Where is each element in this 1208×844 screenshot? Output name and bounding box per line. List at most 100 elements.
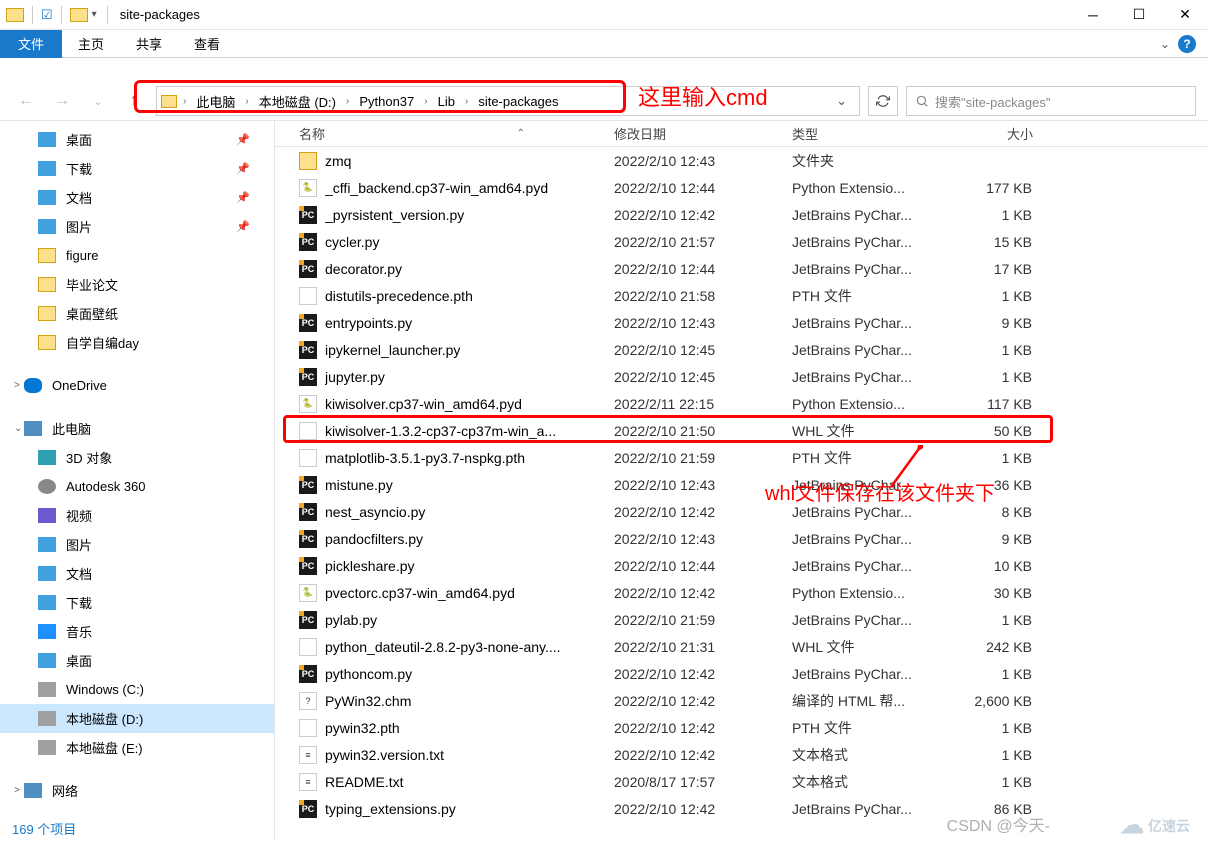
table-row[interactable]: PCpandocfilters.py2022/2/10 12:43JetBrai… bbox=[275, 525, 1208, 552]
folder-icon bbox=[299, 152, 317, 170]
qat-dropdown-icon[interactable]: ▾ bbox=[92, 9, 97, 20]
expand-icon[interactable]: > bbox=[14, 785, 20, 796]
sidebar-item[interactable]: 自学自编day bbox=[0, 328, 274, 357]
crumb-python37[interactable]: Python37 bbox=[351, 87, 422, 115]
sidebar-item[interactable]: ⌄此电脑 bbox=[0, 414, 274, 443]
col-size[interactable]: 大小 bbox=[942, 124, 1042, 143]
crumb-drive-d[interactable]: 本地磁盘 (D:) bbox=[251, 87, 344, 115]
sidebar-item[interactable]: 文档 bbox=[0, 559, 274, 588]
ribbon-expand-icon[interactable]: ⌄ bbox=[1160, 37, 1170, 51]
tab-home[interactable]: 主页 bbox=[62, 30, 120, 58]
sidebar-item[interactable]: Windows (C:) bbox=[0, 675, 274, 704]
sidebar-item[interactable]: >OneDrive bbox=[0, 371, 274, 400]
file-date: 2022/2/10 12:43 bbox=[614, 153, 792, 169]
ribbon: 文件 主页 共享 查看 ⌄ ? bbox=[0, 30, 1208, 58]
minimize-button[interactable]: ─ bbox=[1070, 0, 1116, 30]
search-input[interactable]: 搜索"site-packages" bbox=[906, 86, 1196, 116]
table-row[interactable]: PCpylab.py2022/2/10 21:59JetBrains PyCha… bbox=[275, 606, 1208, 633]
expand-icon[interactable]: > bbox=[14, 380, 20, 391]
generic-file-icon bbox=[299, 719, 317, 737]
table-row[interactable]: PCentrypoints.py2022/2/10 12:43JetBrains… bbox=[275, 309, 1208, 336]
nav-up-button[interactable]: ↑ bbox=[120, 87, 148, 115]
sidebar-item[interactable]: 3D 对象 bbox=[0, 443, 274, 472]
crumb-thispc[interactable]: 此电脑 bbox=[188, 87, 243, 115]
sidebar-item[interactable]: 文档📌 bbox=[0, 183, 274, 212]
help-icon[interactable]: ? bbox=[1178, 35, 1196, 53]
sidebar-item[interactable]: 桌面📌 bbox=[0, 125, 274, 154]
file-size: 117 KB bbox=[942, 396, 1032, 412]
sidebar-item[interactable]: Autodesk 360 bbox=[0, 472, 274, 501]
sidebar-item[interactable]: 图片📌 bbox=[0, 212, 274, 241]
table-row[interactable]: zmq2022/2/10 12:43文件夹 bbox=[275, 147, 1208, 174]
table-row[interactable]: PCtyping_extensions.py2022/2/10 12:42Jet… bbox=[275, 795, 1208, 822]
table-row[interactable]: PCcycler.py2022/2/10 21:57JetBrains PyCh… bbox=[275, 228, 1208, 255]
table-row[interactable]: PCjupyter.py2022/2/10 12:45JetBrains PyC… bbox=[275, 363, 1208, 390]
table-row[interactable]: PCdecorator.py2022/2/10 12:44JetBrains P… bbox=[275, 255, 1208, 282]
col-type[interactable]: 类型 bbox=[792, 124, 942, 143]
sidebar-item[interactable]: figure bbox=[0, 241, 274, 270]
nav-history-button[interactable]: ⌄ bbox=[84, 87, 112, 115]
qat-folder-icon[interactable] bbox=[70, 8, 88, 22]
table-row[interactable]: ≡pywin32.version.txt2022/2/10 12:42文本格式1… bbox=[275, 741, 1208, 768]
chevron-right-icon[interactable]: › bbox=[463, 96, 470, 107]
sidebar-item[interactable]: 本地磁盘 (D:) bbox=[0, 704, 274, 733]
tab-view[interactable]: 查看 bbox=[178, 30, 236, 58]
file-type: JetBrains PyChar... bbox=[792, 207, 942, 223]
table-row[interactable]: PC_pyrsistent_version.py2022/2/10 12:42J… bbox=[275, 201, 1208, 228]
file-size: 17 KB bbox=[942, 261, 1032, 277]
sidebar-item[interactable]: 毕业论文 bbox=[0, 270, 274, 299]
sidebar-item[interactable]: 视频 bbox=[0, 501, 274, 530]
refresh-button[interactable] bbox=[868, 86, 898, 116]
chevron-right-icon[interactable]: › bbox=[344, 96, 351, 107]
file-name: typing_extensions.py bbox=[325, 801, 614, 817]
qat-checkbox-icon[interactable]: ☑ bbox=[41, 7, 53, 23]
file-size: 1 KB bbox=[942, 612, 1032, 628]
tab-file[interactable]: 文件 bbox=[0, 30, 62, 58]
chevron-right-icon[interactable]: › bbox=[243, 96, 250, 107]
table-row[interactable]: PCpythoncom.py2022/2/10 12:42JetBrains P… bbox=[275, 660, 1208, 687]
sidebar-item[interactable]: 桌面壁纸 bbox=[0, 299, 274, 328]
col-name[interactable]: 名称⌃ bbox=[299, 124, 614, 143]
crumb-lib[interactable]: Lib bbox=[430, 87, 463, 115]
sidebar-item[interactable]: 桌面 bbox=[0, 646, 274, 675]
table-row[interactable]: python_dateutil-2.8.2-py3-none-any....20… bbox=[275, 633, 1208, 660]
sidebar-item[interactable]: 下载 bbox=[0, 588, 274, 617]
file-name: kiwisolver-1.3.2-cp37-cp37m-win_a... bbox=[325, 423, 614, 439]
table-row[interactable]: PCmistune.py2022/2/10 12:43JetBrains PyC… bbox=[275, 471, 1208, 498]
sidebar-item[interactable]: 音乐 bbox=[0, 617, 274, 646]
table-row[interactable]: distutils-precedence.pth2022/2/10 21:58P… bbox=[275, 282, 1208, 309]
close-button[interactable]: ✕ bbox=[1162, 0, 1208, 30]
table-row[interactable]: kiwisolver-1.3.2-cp37-cp37m-win_a...2022… bbox=[275, 417, 1208, 444]
sidebar-item[interactable]: >网络 bbox=[0, 776, 274, 805]
chevron-right-icon[interactable]: › bbox=[422, 96, 429, 107]
table-row[interactable]: PCnest_asyncio.py2022/2/10 12:42JetBrain… bbox=[275, 498, 1208, 525]
expand-icon[interactable]: ⌄ bbox=[14, 423, 22, 434]
table-row[interactable]: PCipykernel_launcher.py2022/2/10 12:45Je… bbox=[275, 336, 1208, 363]
sidebar-item[interactable]: 图片 bbox=[0, 530, 274, 559]
file-date: 2022/2/10 21:59 bbox=[614, 612, 792, 628]
chevron-right-icon[interactable]: › bbox=[181, 96, 188, 107]
maximize-button[interactable]: ☐ bbox=[1116, 0, 1162, 30]
table-row[interactable]: 🐍kiwisolver.cp37-win_amd64.pyd2022/2/11 … bbox=[275, 390, 1208, 417]
tab-share[interactable]: 共享 bbox=[120, 30, 178, 58]
col-date[interactable]: 修改日期 bbox=[614, 124, 792, 143]
table-row[interactable]: 🐍pvectorc.cp37-win_amd64.pyd2022/2/10 12… bbox=[275, 579, 1208, 606]
file-type: PTH 文件 bbox=[792, 286, 942, 306]
nav-back-button[interactable]: ← bbox=[12, 87, 40, 115]
table-row[interactable]: matplotlib-3.5.1-py3.7-nspkg.pth2022/2/1… bbox=[275, 444, 1208, 471]
chm-file-icon: ? bbox=[299, 692, 317, 710]
breadcrumb-dropdown-icon[interactable]: ⌄ bbox=[828, 93, 855, 109]
sidebar-item[interactable]: 下载📌 bbox=[0, 154, 274, 183]
item-label: Autodesk 360 bbox=[66, 479, 146, 494]
table-row[interactable]: ≡README.txt2020/8/17 17:57文本格式1 KB bbox=[275, 768, 1208, 795]
sidebar-item[interactable]: 本地磁盘 (E:) bbox=[0, 733, 274, 762]
item-icon bbox=[38, 248, 56, 263]
table-row[interactable]: ?PyWin32.chm2022/2/10 12:42编译的 HTML 帮...… bbox=[275, 687, 1208, 714]
item-icon bbox=[38, 595, 56, 610]
nav-forward-button[interactable]: → bbox=[48, 87, 76, 115]
table-row[interactable]: PCpickleshare.py2022/2/10 12:44JetBrains… bbox=[275, 552, 1208, 579]
crumb-sitepackages[interactable]: site-packages bbox=[470, 87, 566, 115]
file-size: 1 KB bbox=[942, 342, 1032, 358]
table-row[interactable]: 🐍_cffi_backend.cp37-win_amd64.pyd2022/2/… bbox=[275, 174, 1208, 201]
table-row[interactable]: pywin32.pth2022/2/10 12:42PTH 文件1 KB bbox=[275, 714, 1208, 741]
